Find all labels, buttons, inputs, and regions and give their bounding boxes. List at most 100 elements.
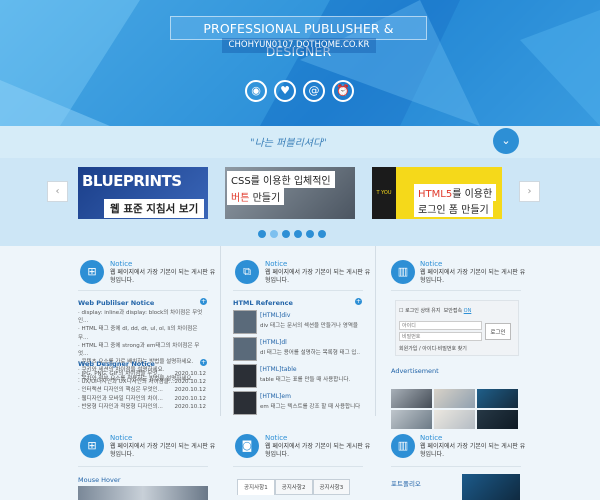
slide-subtitle: 웹 표준 지침서 보기: [104, 199, 205, 218]
record-icon[interactable]: ◉: [245, 80, 267, 102]
site-url[interactable]: CHOHYUN0107.DOTHOME.CO.KR: [222, 38, 376, 53]
more-plus-icon[interactable]: +: [200, 359, 207, 366]
ad-image[interactable]: [477, 389, 518, 408]
reference-description: div 태그는 문서의 섹션을 만들거나 영역을 ...: [260, 323, 360, 329]
reference-description: dl 태그는 용어를 설명하는 목록형 태그 입...: [260, 350, 360, 356]
slide-css-button[interactable]: CSS를 이용한 입체적인 버튼 만들기: [225, 167, 355, 219]
list-item[interactable]: · UX/UI디자인과 UX디자인의 차이점을... 2020.10.12: [78, 378, 206, 386]
notice-description: 웹 페이지에서 가장 기본이 되는 게시판 유형입니다.: [265, 443, 371, 458]
list-item-text: · 웹디자인과 모바일 디자인의 차이...: [78, 395, 163, 402]
scroll-down-button[interactable]: ⌄: [493, 128, 519, 154]
image-frame-icon: ⧉: [235, 260, 259, 284]
list-item[interactable]: · 인터랙션 디자인의 핵심은 무엇인... 2020.10.12: [78, 386, 206, 394]
divider: [233, 290, 363, 291]
slider-dot[interactable]: [282, 230, 290, 238]
remember-checkbox[interactable]: ☐: [399, 308, 403, 314]
section-title[interactable]: Web Publilser Notice: [78, 299, 154, 307]
slider-dot[interactable]: [258, 230, 266, 238]
divider: [391, 290, 521, 291]
slide-line1: HTML5를 이용한: [414, 184, 497, 201]
tab-notice-3[interactable]: 공지사항3: [312, 479, 351, 495]
login-options: ☐ 로그인 상태 유지 보안접속 ON: [399, 307, 471, 314]
notice-description: 웹 페이지에서 가장 기본이 되는 게시판 유형입니다.: [110, 269, 216, 284]
grid-plus-icon: ⊞: [80, 260, 104, 284]
notice-title[interactable]: Notice: [265, 434, 287, 442]
reference-title: [HTML]table: [260, 366, 297, 373]
list-item[interactable]: · 반응형 디자인과 적응형 디자인의... 2020.10.12: [78, 403, 206, 411]
section-title[interactable]: Mouse Hover: [78, 476, 121, 484]
password-input[interactable]: [399, 332, 482, 341]
camera-icon: ◙: [235, 434, 259, 458]
slider-dot[interactable]: [270, 230, 278, 238]
slider-dot[interactable]: [294, 230, 302, 238]
bar-chart-icon: ▥: [391, 434, 415, 458]
tab-notice-2[interactable]: 공지사항2: [274, 479, 313, 495]
reference-item[interactable]: [HTML]em em 태그는 텍스트를 강조 할 때 사용합니다.: [233, 391, 361, 415]
list-item-text: · 반응형 디자인과 적응형 디자인의...: [78, 403, 163, 410]
list-item-text: · 인터랙션 디자인의 핵심은 무엇인...: [78, 387, 163, 394]
list-item[interactable]: · JPG, PNG, GIF의 차이점을 무엇... 2020.10.12: [78, 370, 206, 378]
notice-title[interactable]: Notice: [265, 260, 287, 268]
list-item[interactable]: · HTML 태그 중에 strong과 em태그의 차이점은 무엇...: [78, 342, 208, 358]
more-plus-icon[interactable]: +: [200, 298, 207, 305]
remember-label[interactable]: 로그인 상태 유지: [405, 308, 440, 314]
slide-highlight: 버튼: [231, 193, 250, 204]
reference-title: [HTML]dl: [260, 339, 287, 346]
ad-image[interactable]: [477, 410, 518, 429]
id-input[interactable]: [399, 321, 482, 330]
slide-blueprints[interactable]: BLUEPRINTS 웹 표준 지침서 보기: [78, 167, 208, 219]
notice-description: 웹 페이지에서 가장 기본이 되는 게시판 유형입니다.: [265, 269, 371, 284]
hover-image[interactable]: [78, 486, 208, 500]
ad-image[interactable]: [434, 389, 475, 408]
at-icon[interactable]: @: [303, 80, 325, 102]
column-divider: [375, 246, 376, 416]
slide-side-text: T YOU GET: [372, 167, 396, 219]
notice-description: 웹 페이지에서 가장 기본이 되는 게시판 유형입니다.: [420, 269, 526, 284]
notice-title[interactable]: Notice: [420, 434, 442, 442]
notice-description: 웹 페이지에서 가장 기본이 되는 게시판 유형입니다.: [420, 443, 526, 458]
section-title[interactable]: Web Designer Notice: [78, 360, 155, 368]
reference-title: [HTML]em: [260, 393, 291, 400]
more-plus-icon[interactable]: +: [355, 298, 362, 305]
section-title[interactable]: 포트폴리오: [391, 478, 421, 488]
section-title[interactable]: HTML Reference: [233, 299, 293, 307]
notice-title[interactable]: Notice: [110, 260, 132, 268]
reference-title: [HTML]div: [260, 312, 291, 319]
list-item-date: 2020.10.12: [174, 387, 207, 394]
tab-notice-1[interactable]: 공지사항1: [237, 479, 275, 495]
secure-toggle[interactable]: ON: [464, 308, 472, 314]
bar-chart-icon: ▥: [391, 260, 415, 284]
notice-title[interactable]: Notice: [110, 434, 132, 442]
notice-title[interactable]: Notice: [420, 260, 442, 268]
ad-image[interactable]: [391, 389, 432, 408]
divider: [78, 466, 208, 467]
list-item-date: 2020.10.12: [174, 403, 207, 410]
slider-dot[interactable]: [306, 230, 314, 238]
list-item-date: 2020.10.12: [174, 395, 207, 402]
slider-prev-button[interactable]: ‹: [47, 181, 68, 202]
slider-dot[interactable]: [318, 230, 326, 238]
secure-label: 보안접속: [443, 308, 463, 314]
list-item[interactable]: · 웹디자인과 모바일 디자인의 차이... 2020.10.12: [78, 395, 206, 403]
ad-image[interactable]: [391, 410, 432, 429]
ad-image[interactable]: [434, 410, 475, 429]
list-item-text: · UX/UI디자인과 UX디자인의 차이점을...: [78, 379, 175, 386]
slide-html5-login[interactable]: T YOU GET HTML5를 이용한 로그인 폼 만들기: [372, 167, 502, 219]
reference-thumbnail: [233, 364, 257, 388]
login-button[interactable]: 로그인: [485, 323, 511, 340]
list-item-date: 2020.10.12: [174, 379, 207, 386]
heart-icon[interactable]: ♥: [274, 80, 296, 102]
list-item[interactable]: · HTML 태그 중에 dl, dd, dt, ul, ol, li의 차이점…: [78, 325, 208, 341]
reference-item[interactable]: [HTML]table table 태그는 표를 만들 때 사용합니다.: [233, 364, 361, 388]
slider-dots: [258, 230, 326, 238]
slider-next-button[interactable]: ›: [519, 181, 540, 202]
grid-plus-icon: ⊞: [80, 434, 104, 458]
alarm-icon[interactable]: ⏰: [332, 80, 354, 102]
column-divider: [220, 246, 221, 416]
reference-item[interactable]: [HTML]div div 태그는 문서의 섹션을 만들거나 영역을 ...: [233, 310, 361, 334]
slide-title: BLUEPRINTS: [82, 172, 182, 190]
account-links[interactable]: 회원가입 / 아이디·비밀번호 찾기: [399, 345, 467, 352]
reference-item[interactable]: [HTML]dl dl 태그는 용어를 설명하는 목록형 태그 입...: [233, 337, 361, 361]
list-item[interactable]: · display: inline과 display: block의 차이점은 …: [78, 309, 208, 325]
portfolio-image[interactable]: [462, 474, 520, 500]
